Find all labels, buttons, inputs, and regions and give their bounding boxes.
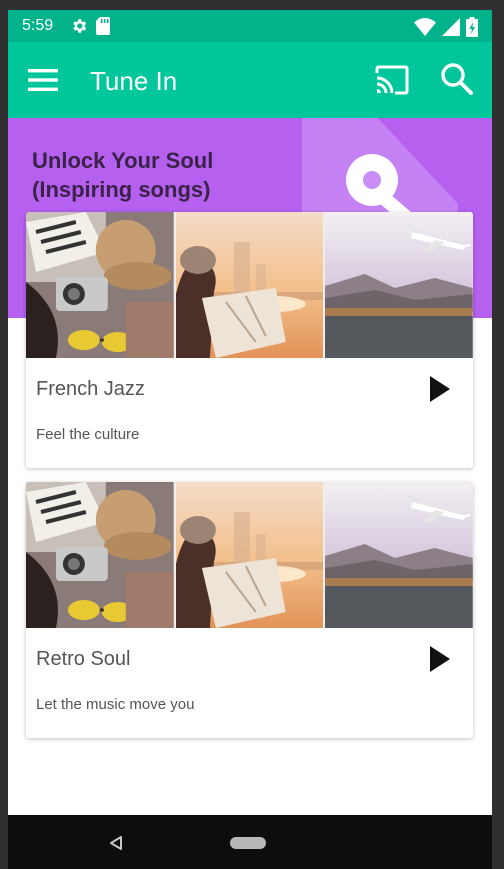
status-time: 5:59	[22, 17, 54, 34]
system-nav-bar	[8, 815, 492, 869]
app-title: Tune In	[90, 66, 178, 96]
card-subtitle: Feel the culture	[36, 426, 140, 443]
woman-with-map-photo	[175, 482, 324, 628]
app-toolbar: Tune In	[8, 42, 492, 118]
card-subtitle: Let the music move you	[36, 696, 195, 713]
sd-card-icon	[96, 17, 110, 35]
playlist-card-french-jazz[interactable]: French Jazz Feel the culture	[26, 212, 473, 468]
gear-icon	[73, 19, 87, 33]
signal-icon	[442, 18, 460, 36]
card-title: French Jazz	[36, 378, 145, 400]
device-frame: 5:59 Tune In Unlock Your Soul (Inspiring…	[0, 0, 504, 869]
play-icon[interactable]	[424, 642, 456, 676]
status-left-icons	[70, 17, 110, 35]
hero-title-line-2: (Inspiring songs)	[32, 177, 211, 202]
cast-icon[interactable]	[374, 64, 410, 96]
woman-with-map-photo	[175, 212, 324, 358]
card-media	[26, 212, 473, 358]
card-title: Retro Soul	[36, 648, 131, 670]
play-icon[interactable]	[424, 372, 456, 406]
app-screen: 5:59 Tune In Unlock Your Soul (Inspiring…	[8, 10, 492, 869]
battery-icon	[466, 17, 478, 37]
hero-title: Unlock Your Soul (Inspiring songs)	[32, 146, 262, 204]
home-icon[interactable]	[230, 837, 266, 849]
status-bar: 5:59	[8, 10, 492, 42]
card-media	[26, 482, 473, 628]
travel-items-photo	[26, 482, 174, 628]
airplane-over-lake-photo	[325, 482, 473, 628]
hero-title-line-1: Unlock Your Soul	[32, 148, 214, 173]
airplane-over-lake-photo	[325, 212, 473, 358]
travel-items-photo	[26, 212, 174, 358]
menu-icon[interactable]	[28, 66, 58, 94]
wifi-icon	[414, 18, 436, 36]
back-icon[interactable]	[108, 835, 124, 851]
status-right-icons	[414, 17, 478, 37]
search-icon[interactable]	[440, 62, 474, 96]
playlist-card-retro-soul[interactable]: Retro Soul Let the music move you	[26, 482, 473, 738]
